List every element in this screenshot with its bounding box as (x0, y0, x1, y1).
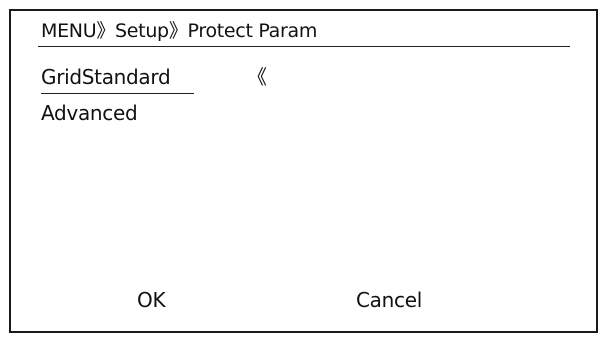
menu-item-gridstandard[interactable]: GridStandard (41, 63, 171, 91)
protect-param-screen: MENU》Setup》Protect Param GridStandard 《 … (9, 9, 598, 333)
breadcrumb: MENU》Setup》Protect Param (41, 20, 318, 42)
menu-item-advanced[interactable]: Advanced (41, 99, 138, 127)
cancel-button[interactable]: Cancel (356, 286, 422, 314)
header-divider (38, 46, 570, 47)
selection-cursor-icon: 《 (247, 65, 267, 89)
selection-underline (41, 93, 194, 94)
ok-button[interactable]: OK (137, 286, 166, 314)
